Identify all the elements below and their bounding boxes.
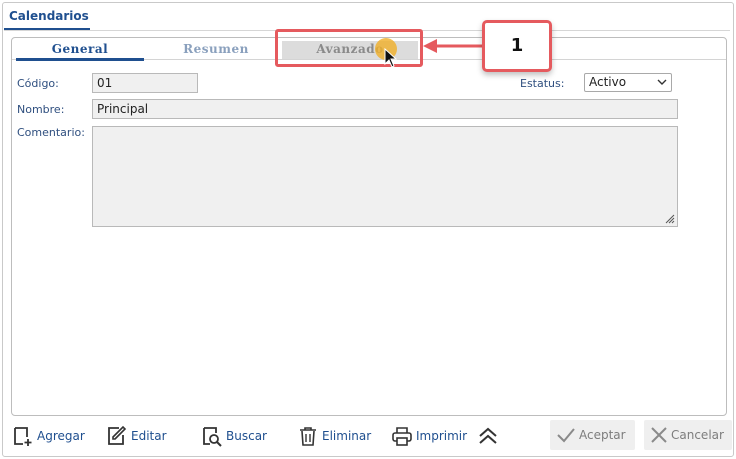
codigo-label: Código:: [17, 77, 59, 90]
chevron-down-icon: [657, 79, 667, 85]
bottom-toolbar: Agregar Editar Buscar Eliminar Imprimir: [0, 420, 736, 454]
comentario-textarea[interactable]: [92, 126, 678, 227]
estatus-select[interactable]: Activo: [584, 73, 672, 92]
mouse-cursor-icon: [384, 48, 398, 68]
check-icon: [557, 428, 575, 443]
estatus-select-value: Activo: [589, 75, 627, 89]
add-document-icon: [14, 427, 32, 446]
editar-button[interactable]: Editar: [106, 423, 167, 449]
editar-label: Editar: [131, 429, 167, 443]
window-tab-calendarios[interactable]: Calendarios: [6, 9, 92, 26]
nombre-input[interactable]: Principal: [92, 99, 678, 119]
tab-general-label: General: [51, 42, 109, 56]
tab-resumen[interactable]: Resumen: [152, 41, 280, 59]
tab-resumen-label: Resumen: [183, 42, 249, 56]
double-chevron-up-icon: [479, 427, 497, 444]
comentario-label: Comentario:: [17, 126, 85, 139]
eliminar-button[interactable]: Eliminar: [297, 423, 371, 449]
printer-icon: [392, 427, 412, 446]
imprimir-button[interactable]: Imprimir: [391, 423, 467, 449]
estatus-label: Estatus:: [520, 77, 565, 90]
annotation-highlight-box: [275, 29, 423, 67]
annotation-arrow-icon: [423, 39, 483, 53]
cancelar-label: Cancelar: [671, 428, 724, 442]
codigo-input[interactable]: 01: [92, 73, 198, 93]
tab-active-underline: [16, 58, 144, 61]
buscar-label: Buscar: [226, 429, 267, 443]
agregar-label: Agregar: [37, 429, 85, 443]
trash-icon: [300, 427, 316, 446]
resize-grip-icon[interactable]: [663, 212, 675, 224]
imprimir-label: Imprimir: [416, 429, 468, 443]
collapse-button[interactable]: [477, 423, 499, 449]
nombre-label: Nombre:: [17, 103, 65, 116]
edit-icon: [108, 425, 127, 445]
annotation-callout: 1: [482, 20, 552, 72]
cancelar-button[interactable]: Cancelar: [644, 420, 732, 450]
search-document-icon: [203, 427, 222, 447]
aceptar-label: Aceptar: [579, 428, 626, 442]
aceptar-button[interactable]: Aceptar: [550, 420, 635, 450]
tab-general[interactable]: General: [16, 41, 144, 61]
buscar-button[interactable]: Buscar: [201, 423, 267, 449]
agregar-button[interactable]: Agregar: [12, 423, 85, 449]
close-icon: [651, 427, 667, 443]
eliminar-label: Eliminar: [322, 429, 372, 443]
